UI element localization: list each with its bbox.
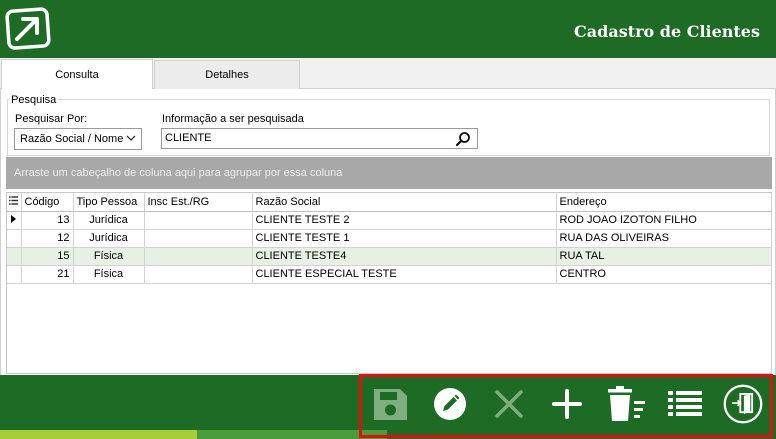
cell-codigo: 13 (21, 211, 74, 230)
cell-razao: CLIENTE TESTE4 (252, 247, 557, 266)
toolbar-highlight (359, 374, 773, 438)
cell-insc (144, 265, 253, 284)
tab-detalhes[interactable]: Detalhes (154, 60, 300, 89)
app-header: Cadastro de Clientes (0, 0, 776, 58)
column-chooser-icon[interactable] (7, 193, 22, 212)
column-header-endereco[interactable]: Endereço (556, 193, 772, 212)
grid-header-row: Código Tipo Pessoa Insc Est./RG Razão So… (7, 193, 772, 212)
cell-endereco: ROD JOAO IZOTON FILHO (556, 211, 772, 230)
grid-empty-area (6, 284, 772, 374)
group-by-area[interactable]: Arraste um cabeçalho de coluna aqui para… (6, 157, 772, 189)
search-by-label: Pesquisar Por: (15, 113, 88, 125)
cell-razao: CLIENTE ESPECIAL TESTE (252, 265, 557, 284)
arrow-up-right-logo-icon (5, 7, 51, 50)
cell-endereco: RUA TAL (556, 247, 772, 266)
tab-bar: Consulta Detalhes (0, 58, 776, 90)
cell-insc (144, 247, 253, 266)
cell-tipo: Jurídica (73, 211, 145, 230)
column-header-razao-social[interactable]: Razão Social (252, 193, 557, 212)
cell-codigo: 15 (21, 247, 74, 266)
cell-endereco: CENTRO (556, 265, 772, 284)
cell-codigo: 21 (21, 265, 74, 284)
search-icon[interactable] (455, 131, 471, 147)
cell-razao: CLIENTE TESTE 2 (252, 211, 557, 230)
cell-tipo: Física (73, 265, 145, 284)
chevron-down-icon (126, 135, 136, 141)
page-title: Cadastro de Clientes (574, 22, 760, 41)
column-header-codigo[interactable]: Código (21, 193, 74, 212)
cell-tipo: Jurídica (73, 229, 145, 248)
tab-consulta[interactable]: Consulta (1, 59, 153, 90)
cell-insc (144, 229, 253, 248)
query-label: Informação a ser pesquisada (162, 113, 304, 125)
table-row[interactable]: 15 Física CLIENTE TESTE4 RUA TAL (7, 247, 772, 266)
cell-tipo: Física (73, 247, 145, 266)
cell-endereco: RUA DAS OLIVEIRAS (556, 229, 772, 248)
table-row[interactable]: 13 Jurídica CLIENTE TESTE 2 ROD JOAO IZO… (7, 211, 772, 230)
search-input[interactable]: CLIENTE (161, 128, 478, 149)
search-by-value: Razão Social / Nome (20, 133, 124, 145)
search-by-select[interactable]: Razão Social / Nome (14, 128, 142, 150)
search-input-value: CLIENTE (165, 132, 212, 144)
cell-insc (144, 211, 253, 230)
column-header-insc-est[interactable]: Insc Est./RG (144, 193, 253, 212)
consulta-panel: Pesquisa Pesquisar Por: Razão Social / N… (0, 89, 776, 375)
row-indicator-icon (7, 211, 22, 230)
clients-grid: Código Tipo Pessoa Insc Est./RG Razão So… (6, 192, 772, 285)
search-group-title: Pesquisa (11, 94, 57, 106)
cell-razao: CLIENTE TESTE 1 (252, 229, 557, 248)
table-row[interactable]: 12 Jurídica CLIENTE TESTE 1 RUA DAS OLIV… (7, 229, 772, 248)
column-header-tipo-pessoa[interactable]: Tipo Pessoa (73, 193, 145, 212)
cell-codigo: 12 (21, 229, 74, 248)
table-row[interactable]: 21 Física CLIENTE ESPECIAL TESTE CENTRO (7, 265, 772, 284)
